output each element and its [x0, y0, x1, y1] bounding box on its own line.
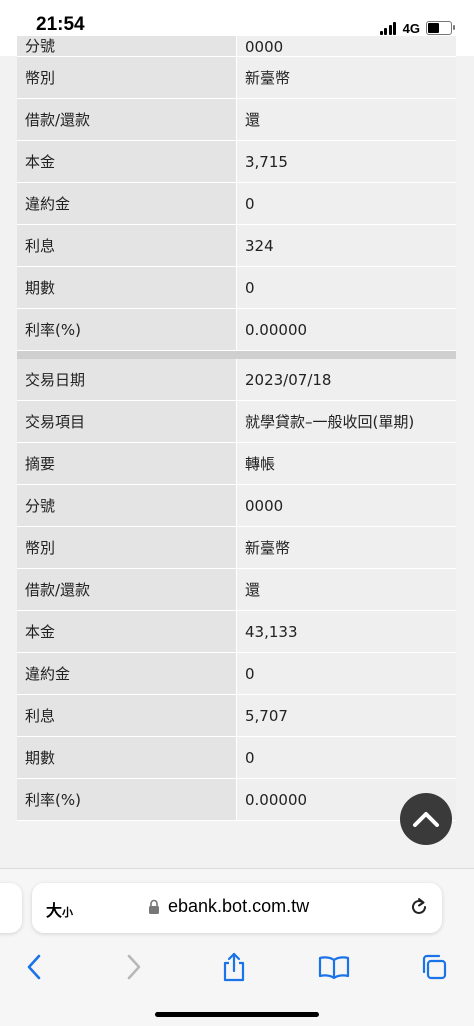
row-label: 交易項目 — [17, 400, 237, 443]
tabs-button[interactable] — [414, 947, 454, 987]
row-value: 還 — [236, 98, 456, 141]
table-row: 交易日期 2023/07/18 — [17, 359, 456, 401]
row-label: 交易日期 — [17, 359, 237, 401]
signal-icon — [379, 21, 398, 35]
row-label: 幣別 — [17, 526, 237, 569]
home-indicator — [155, 1012, 319, 1017]
row-label: 利息 — [17, 694, 237, 737]
table-row: 幣別 新臺幣 — [17, 56, 456, 99]
row-label: 違約金 — [17, 182, 237, 225]
reload-icon[interactable] — [408, 896, 430, 918]
status-time: 21:54 — [36, 14, 85, 35]
table-row: 期數 0 — [17, 266, 456, 309]
tabs-icon — [422, 954, 447, 980]
chevron-up-icon — [413, 812, 439, 827]
row-label: 分號 — [17, 484, 237, 527]
record-separator — [17, 350, 456, 359]
row-value: 0.00000 — [236, 308, 456, 351]
row-value: 43,133 — [236, 610, 456, 653]
transaction-table: 分號 0000 幣別 新臺幣 借款/還款還本金 3,715 違約金 0 利息 324 期數 0 利率… — [17, 36, 456, 821]
lock-icon — [149, 899, 159, 914]
row-label: 本金 — [17, 140, 237, 183]
book-icon — [318, 956, 350, 980]
row-label: 借款/還款 — [17, 98, 237, 141]
share-icon — [223, 952, 245, 982]
row-value: 0 — [236, 736, 456, 779]
row-label: 摘要 — [17, 442, 237, 485]
table-row: 借款/還款還 — [17, 568, 456, 611]
row-label: 幣別 — [17, 56, 237, 99]
row-value: 0 — [236, 266, 456, 309]
row-label: 期數 — [17, 736, 237, 779]
table-row: 利率(%) 0.00000 — [17, 778, 456, 821]
table-row: 違約金 0 — [17, 182, 456, 225]
table-row: 借款/還款還 — [17, 98, 456, 141]
row-label: 分號 — [17, 36, 237, 57]
chevron-left-icon — [27, 954, 41, 980]
row-label: 利息 — [17, 224, 237, 267]
row-label: 期數 — [17, 266, 237, 309]
row-value: 0 — [236, 652, 456, 695]
battery-icon — [426, 21, 455, 35]
row-label: 本金 — [17, 610, 237, 653]
bookmarks-button[interactable] — [314, 947, 354, 987]
row-value: 0000 — [236, 484, 456, 527]
row-value: 新臺幣 — [236, 526, 456, 569]
table-row: 利息 5,707 — [17, 694, 456, 737]
browser-toolbar — [0, 947, 474, 987]
previous-tab-peek[interactable] — [0, 883, 22, 933]
table-row: 交易項目 就學貸款–一般收回(單期) — [17, 400, 456, 443]
table-row: 本金 43,133 — [17, 610, 456, 653]
text-size-button[interactable]: 大小 — [46, 897, 73, 921]
table-row: 本金 3,715 — [17, 140, 456, 183]
table-row: 期數 0 — [17, 736, 456, 779]
table-row: 利率(%) 0.00000 — [17, 308, 456, 351]
row-label: 利率(%) — [17, 778, 237, 821]
scroll-top-button[interactable] — [400, 793, 452, 845]
table-row: 摘要 轉帳 — [17, 442, 456, 485]
row-value: 0000 — [236, 36, 456, 57]
transaction-detail: 分號 0000 幣別 新臺幣 借款/還款還本金 3,715 違約金 0 利息 324 期數 0 利率… — [17, 36, 456, 821]
row-label: 借款/還款 — [17, 568, 237, 611]
row-value: 就學貸款–一般收回(單期) — [236, 400, 456, 443]
row-label: 違約金 — [17, 652, 237, 695]
row-value: 轉帳 — [236, 442, 456, 485]
row-value: 還 — [236, 568, 456, 611]
chevron-right-icon — [127, 954, 141, 980]
separator-bar — [17, 350, 456, 359]
row-label: 利率(%) — [17, 308, 237, 351]
browser-bottom-bar: 大小 ebank.bot.com.tw — [0, 868, 474, 1026]
row-value: 0 — [236, 182, 456, 225]
table-row: 分號 0000 — [17, 36, 456, 57]
back-button[interactable] — [14, 947, 54, 987]
table-row: 利息 324 — [17, 224, 456, 267]
share-button[interactable] — [214, 947, 254, 987]
table-row: 分號 0000 — [17, 484, 456, 527]
table-row: 違約金 0 — [17, 652, 456, 695]
row-value: 新臺幣 — [236, 56, 456, 99]
address-bar[interactable]: 大小 ebank.bot.com.tw — [32, 883, 442, 933]
row-value: 3,715 — [236, 140, 456, 183]
url-text[interactable]: ebank.bot.com.tw — [168, 896, 309, 917]
row-value: 2023/07/18 — [236, 359, 456, 401]
row-value: 324 — [236, 224, 456, 267]
network-type: 4G — [402, 20, 420, 36]
status-indicators: 4G — [379, 18, 455, 38]
row-value: 5,707 — [236, 694, 456, 737]
table-row: 幣別 新臺幣 — [17, 526, 456, 569]
forward-button[interactable] — [114, 947, 154, 987]
